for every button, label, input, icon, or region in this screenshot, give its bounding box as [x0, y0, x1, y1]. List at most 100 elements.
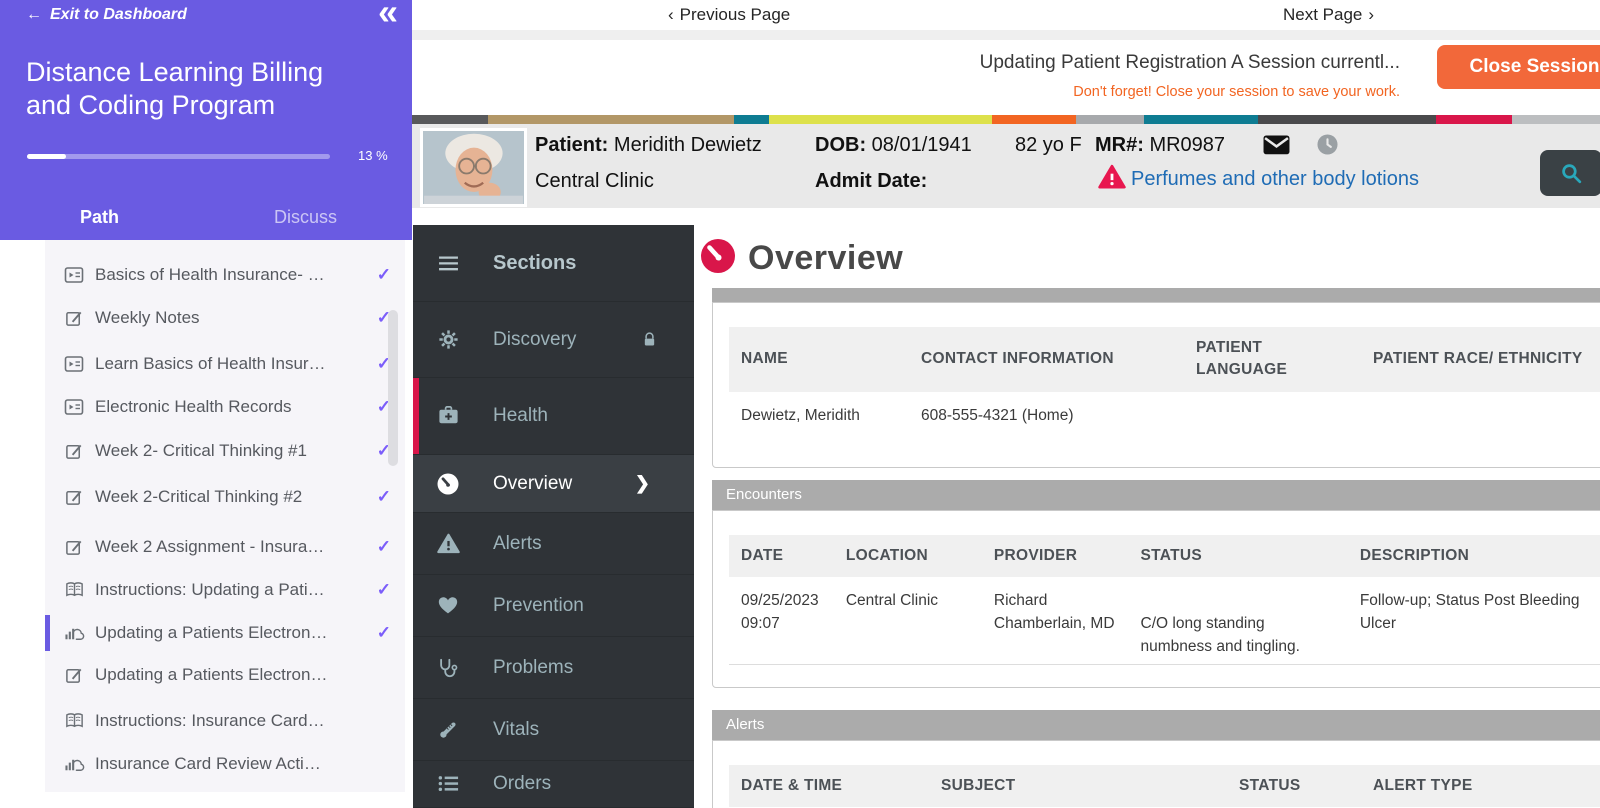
course-title: Distance Learning Billing and Coding Pro…: [26, 57, 324, 120]
nav-item-orders[interactable]: Orders: [413, 761, 694, 808]
list-item[interactable]: Instructions: Updating a Pati… ✓: [45, 569, 405, 611]
tab-path[interactable]: Path: [80, 207, 119, 228]
brand-stripe-segment: [1258, 115, 1436, 124]
nav-item-overview[interactable]: Overview ❯: [413, 455, 694, 513]
encounters-card: DATE LOCATION PROVIDER STATUS DESCRIPTIO…: [712, 510, 1600, 688]
list-scrollbar-thumb[interactable]: [388, 310, 398, 466]
list-item[interactable]: Week 2 Assignment - Insura… ✓: [45, 526, 405, 568]
close-session-button[interactable]: Close Session: [1437, 45, 1600, 89]
cell-language: [1184, 392, 1361, 433]
list-item-label: Week 2-Critical Thinking #2: [95, 487, 303, 506]
previous-page-link[interactable]: ‹ Previous Page: [668, 5, 790, 25]
gauge-icon: [698, 236, 738, 281]
list-item-label: Basics of Health Insurance- …: [95, 265, 325, 284]
collapse-sidebar-icon[interactable]: «: [378, 0, 398, 30]
envelope-icon[interactable]: [1263, 135, 1290, 160]
mr-label: MR#:: [1095, 134, 1144, 156]
list-item[interactable]: Week 2-Critical Thinking #2 ✓: [45, 476, 405, 518]
list-item[interactable]: Updating a Patients Electron…: [45, 654, 405, 696]
overview-heading: Overview: [698, 236, 903, 281]
nav-item-prevention[interactable]: Prevention: [413, 575, 694, 637]
list-item[interactable]: Insurance Card Review Acti…: [45, 743, 405, 785]
next-page-link[interactable]: Next Page ›: [1283, 5, 1374, 25]
column-header: STATUS: [1128, 535, 1348, 578]
patient-search-button[interactable]: [1540, 150, 1600, 196]
book-icon: [63, 581, 85, 598]
column-header: PATIENT LANGUAGE: [1184, 327, 1361, 392]
patient-dob-line: DOB: 08/01/1941: [815, 134, 972, 157]
sections-nav-header: Sections: [413, 225, 694, 302]
gear-icon: [435, 328, 461, 351]
list-item-label: Updating a Patients Electron…: [95, 665, 328, 684]
list-item[interactable]: Basics of Health Insurance- … ✓: [45, 254, 405, 296]
next-page-label: Next Page: [1283, 5, 1363, 24]
session-bar: Updating Patient Registration A Session …: [412, 40, 1600, 115]
cell-provider: Richard Chamberlain, MD: [981, 577, 1129, 666]
nav-item-label: Health: [493, 405, 548, 426]
search-icon: [1561, 163, 1581, 183]
patient-facility: Central Clinic: [535, 170, 654, 192]
book-icon: [63, 712, 85, 729]
overview-title: Overview: [748, 239, 904, 277]
course-path-list: Basics of Health Insurance- … ✓ Weekly N…: [45, 232, 405, 792]
exit-to-dashboard-link[interactable]: ← Exit to Dashboard: [26, 6, 187, 24]
list-item-label: Weekly Notes: [95, 308, 200, 327]
note-icon: [63, 538, 85, 557]
hamburger-icon[interactable]: [435, 255, 461, 272]
allergy-link[interactable]: Perfumes and other body lotions: [1131, 168, 1419, 191]
brand-stripe-segment: [1144, 115, 1258, 124]
chevron-right-icon: ❯: [634, 473, 650, 493]
cell-contact: 608-555-4321 (Home): [921, 406, 1074, 424]
patient-mr-line: MR#: MR0987: [1095, 134, 1225, 157]
app-window: ← Exit to Dashboard « Distance Learning …: [0, 0, 1600, 808]
nav-item-discovery[interactable]: Discovery: [413, 302, 694, 378]
clock-icon[interactable]: [1317, 134, 1338, 160]
nav-item-label: Prevention: [493, 594, 584, 616]
patient-name-line: Patient: Meridith Dewietz: [535, 134, 762, 157]
note-icon: [63, 666, 85, 685]
dob-value: 08/01/1941: [871, 134, 972, 156]
alerts-section-band: Alerts: [712, 710, 1600, 740]
top-area: ‹ Previous Page Next Page › Updating Pat…: [412, 0, 1600, 208]
dob-label: DOB:: [815, 134, 867, 156]
nav-item-label: Discovery: [493, 328, 577, 350]
note-icon: [63, 309, 85, 328]
column-header: PATIENT RACE/ ETHNICITY: [1361, 327, 1600, 392]
video-icon: [63, 355, 85, 373]
list-item-label: Instructions: Insurance Card…: [95, 711, 325, 730]
list-item[interactable]: Electronic Health Records ✓: [45, 386, 405, 428]
column-header: CONTACT INFORMATION: [909, 327, 1184, 392]
brand-stripe: [412, 115, 1600, 124]
tab-discuss[interactable]: Discuss: [274, 207, 337, 228]
list-item[interactable]: Learn Basics of Health Insur… ✓: [45, 343, 405, 385]
nav-item-problems[interactable]: Problems: [413, 637, 694, 699]
patient-banner: Patient: Meridith Dewietz Central Clinic…: [412, 124, 1600, 208]
sections-title: Sections: [493, 251, 577, 274]
video-icon: [63, 266, 85, 284]
nav-item-alerts[interactable]: Alerts: [413, 513, 694, 575]
completed-check-icon: ✓: [376, 623, 391, 642]
brand-stripe-segment: [1436, 115, 1512, 124]
mr-value: MR0987: [1149, 134, 1226, 156]
list-item[interactable]: Weekly Notes ✓: [45, 297, 405, 339]
session-reminder: Don't forget! Close your session to save…: [1073, 84, 1400, 100]
nav-item-health[interactable]: Health: [413, 378, 694, 455]
column-header: DATE: [729, 535, 834, 578]
brand-stripe-segment: [992, 115, 1076, 124]
brand-stripe-segment: [734, 115, 769, 124]
page-nav-bar: ‹ Previous Page Next Page ›: [412, 0, 1600, 30]
nav-item-label: Problems: [493, 656, 574, 678]
encounters-section-band: Encounters: [712, 480, 1600, 510]
alerts-card: DATE & TIME SUBJECT STATUS ALERT TYPE: [712, 740, 1600, 808]
nav-item-vitals[interactable]: Vitals: [413, 699, 694, 761]
completed-check-icon: ✓: [376, 580, 391, 599]
brand-stripe-segment: [488, 115, 734, 124]
list-item[interactable]: Instructions: Insurance Card…: [45, 700, 405, 742]
nav-item-label: Vitals: [493, 718, 540, 740]
list-item[interactable]: Week 2- Critical Thinking #1 ✓: [45, 430, 405, 472]
course-path-panel: Basics of Health Insurance- … ✓ Weekly N…: [0, 232, 412, 808]
cell-status: C/O long standing numbness and tingling.: [1128, 577, 1348, 666]
back-arrow-icon: ←: [26, 6, 42, 23]
list-item-active[interactable]: Updating a Patients Electron… ✓: [45, 612, 405, 654]
course-header-panel: ← Exit to Dashboard « Distance Learning …: [0, 0, 412, 240]
